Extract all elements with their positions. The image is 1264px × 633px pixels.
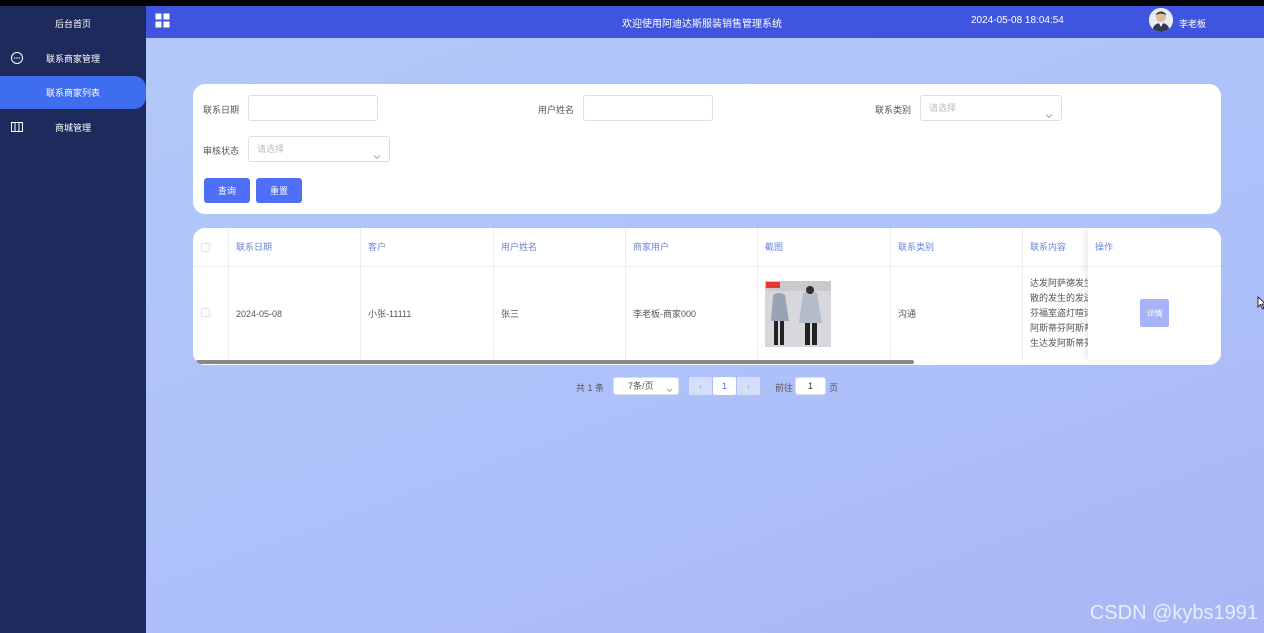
content-line: 阿斯蒂芬阿斯蒂 (1030, 323, 1090, 333)
cell-customer: 小张-11111 (361, 267, 494, 360)
status-select-placeholder: 请选择 (257, 144, 285, 154)
select-all-header (193, 228, 229, 267)
data-table: 联系日期 客户 用户姓名 商家用户 截图 联系类别 联系内容 2024-05-0… (193, 228, 1221, 365)
sidebar-home[interactable]: 后台首页 (0, 6, 146, 40)
mouse-cursor-icon (1257, 296, 1264, 310)
col-header-action: 操作 (1088, 228, 1221, 267)
reset-button[interactable]: 重置 (256, 178, 302, 203)
page-size-select[interactable]: 7条/页 (613, 377, 679, 395)
prev-page-button[interactable]: ‹ (689, 377, 712, 395)
avatar[interactable] (1149, 8, 1173, 32)
content-line: 散的发生的发送 (1030, 293, 1090, 303)
type-label: 联系类别 (875, 105, 912, 115)
content-line: 生达发阿斯蒂芬 (1030, 338, 1090, 348)
col-header-screenshot[interactable]: 截图 (758, 228, 891, 267)
sidebar-item-contact-merchant[interactable]: 联系商家管理 (0, 40, 146, 76)
system-title: 欢迎使用阿迪达斯服装销售管理系统 (622, 19, 782, 30)
cell-merchant: 李老板-商家000 (626, 267, 758, 360)
horizontal-scrollbar[interactable] (196, 360, 914, 364)
sidebar-item-mall[interactable]: 商城管理 (0, 109, 146, 145)
search-button[interactable]: 查询 (204, 178, 250, 203)
col-header-type[interactable]: 联系类别 (891, 228, 1023, 267)
cell-screenshot (758, 267, 891, 360)
goto-label: 前往 (775, 383, 794, 393)
next-page-button[interactable]: › (737, 377, 760, 395)
watermark: CSDN @kybs1991 (1089, 602, 1258, 624)
chevron-down-icon (1045, 105, 1053, 119)
username-input[interactable] (583, 95, 713, 121)
chevron-down-icon (373, 146, 381, 160)
row-select-cell (193, 267, 229, 360)
columns-icon (10, 120, 24, 134)
cell-date: 2024-05-08 (229, 267, 361, 360)
main-area: 欢迎使用阿迪达斯服装销售管理系统 2024-05-08 18:04:54 李老板… (146, 6, 1264, 633)
type-select[interactable]: 请选择 (920, 95, 1062, 121)
col-header-merchant[interactable]: 商家用户 (626, 228, 758, 267)
col-header-customer[interactable]: 客户 (361, 228, 494, 267)
status-select[interactable]: 请选择 (248, 136, 390, 162)
date-label: 联系日期 (203, 105, 240, 115)
col-header-username[interactable]: 用户姓名 (494, 228, 626, 267)
type-select-placeholder: 请选择 (929, 103, 957, 113)
chat-icon (10, 51, 24, 65)
current-page[interactable]: 1 (713, 377, 736, 395)
filter-panel: 联系日期 用户姓名 联系类别 请选择 审核状态 请选择 查询 重置 (193, 84, 1221, 214)
current-time: 2024-05-08 18:04:54 (971, 15, 1064, 26)
content-line: 达发阿萨德发生 (1030, 278, 1090, 288)
select-all-checkbox[interactable] (201, 243, 210, 252)
username-label: 用户姓名 (538, 105, 575, 115)
page-size-value: 7条/页 (628, 381, 654, 391)
screenshot-thumbnail[interactable] (765, 280, 831, 347)
sidebar-subitem-contact-list[interactable]: 联系商家列表 (0, 76, 146, 109)
date-input[interactable] (248, 95, 378, 121)
goto-page-input[interactable]: 1 (795, 377, 826, 395)
detail-button[interactable]: 详情 (1140, 299, 1169, 327)
username[interactable]: 李老板 (1179, 17, 1206, 30)
status-label: 审核状态 (203, 146, 240, 156)
chevron-down-icon (666, 383, 673, 393)
fixed-action-column: 操作 详情 (1088, 228, 1221, 360)
content-line: 芬福室盗灯喧诺 (1030, 308, 1090, 318)
grid-menu-icon[interactable] (155, 13, 170, 28)
header: 欢迎使用阿迪达斯服装销售管理系统 2024-05-08 18:04:54 李老板 (146, 6, 1264, 38)
page-suffix: 页 (829, 383, 839, 393)
pagination-total: 共 1 条 (576, 383, 605, 393)
cell-username: 张三 (494, 267, 626, 360)
cell-type: 沟通 (891, 267, 1023, 360)
col-header-date[interactable]: 联系日期 (229, 228, 361, 267)
row-checkbox[interactable] (201, 308, 210, 317)
sidebar: 后台首页 联系商家管理 联系商家列表 商城管理 (0, 6, 146, 633)
